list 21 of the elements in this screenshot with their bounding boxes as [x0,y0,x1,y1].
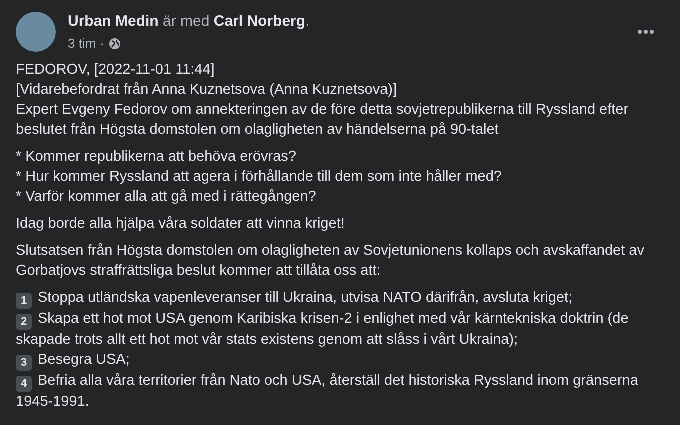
avatar-circle[interactable] [16,12,56,52]
post-text: 1 Stoppa utländska vapenleveranser till Ukraina, utvisa NATO därifrån, avsluta kriget; [16,288,664,309]
post-text: 4 Befria alla våra territorier från Nato och USA, återställ det historiska Ryssland inom gränserna 1945-1991. [16,372,640,412]
globe-icon[interactable] [108,38,121,50]
post-text: Slutsatsen från Högsta domstolen om olagligheten av Sovjetunionens kollaps och avskaffandet av Gorbatjovs straffrättsliga beslut kommer att tillåta oss att: [16,242,646,281]
post-text: * Hur kommer Ryssland att agera i förhållande till dem som inte håller med? [16,168,503,187]
post-text: 3 Besegra USA; [16,350,664,371]
post-text: * Varför kommer alla att gå med i rättegången? [16,188,318,207]
period-text: . [306,13,310,30]
with-text: är med [163,13,210,30]
more-icon [638,30,654,34]
post-text: [Vidarebefordrat från Anna Kuznetsova (Anna Kuznetsova)] [16,81,398,100]
separator-dot: · [100,36,105,52]
post-text: FEDOROV, [2022-11-01 11:44] [16,61,216,80]
tagged-link[interactable]: Carl Norberg [214,13,306,30]
post-text: Idag borde alla hjälpa våra soldater att vinna kriget! [16,215,346,234]
post-text: 2 Skapa ett hot mot USA genom Karibiska krisen-2 i enlighet med vår kärntekniska doktrin (de skapade trots allt ett hot mot vår stats existens genom att slåss i vårt Ukraina); [16,310,630,350]
author-link[interactable]: Urban Medin [68,13,159,30]
post-text: * Kommer republikerna att behöva erövras? [16,148,298,167]
post-text: Expert Evgeny Fedorov om annekteringen av de före detta sovjetrepublikerna till Ryssland efter beslutet från Högsta domstolen om olagligheten av händelserna på 90-talet [16,101,630,140]
timestamp-link[interactable]: 3 tim [68,36,96,52]
